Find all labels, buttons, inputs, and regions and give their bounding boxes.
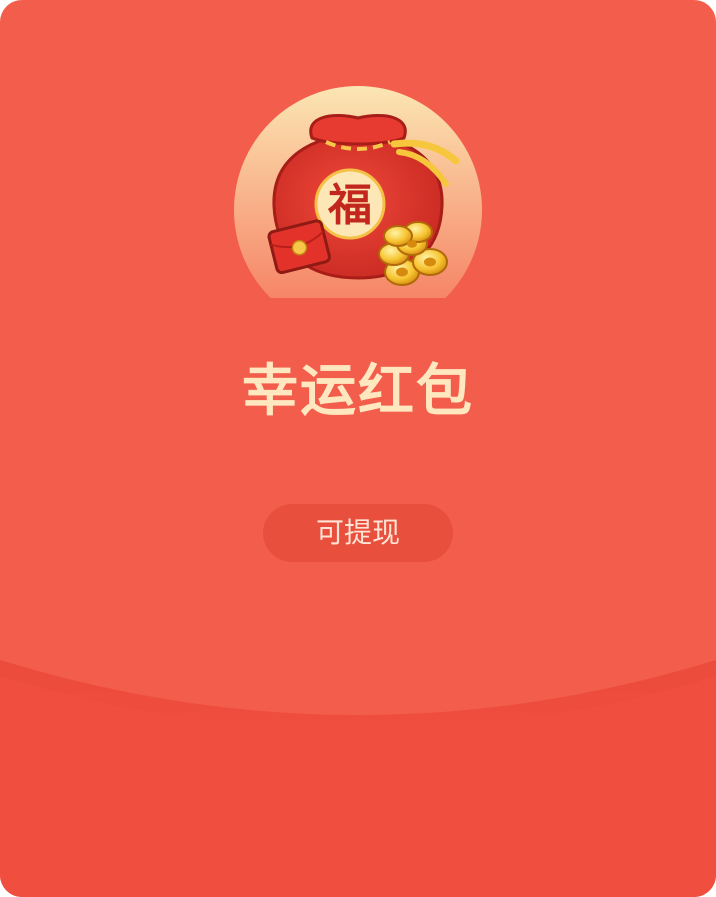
withdraw-button[interactable]: 可提现 [263,504,453,562]
red-envelope-card: 福 幸运红包 可提现 [0,0,716,897]
lucky-bag-icon: 福 [234,86,482,298]
svg-text:福: 福 [327,180,372,231]
envelope-title: 幸运红包 [242,359,474,424]
